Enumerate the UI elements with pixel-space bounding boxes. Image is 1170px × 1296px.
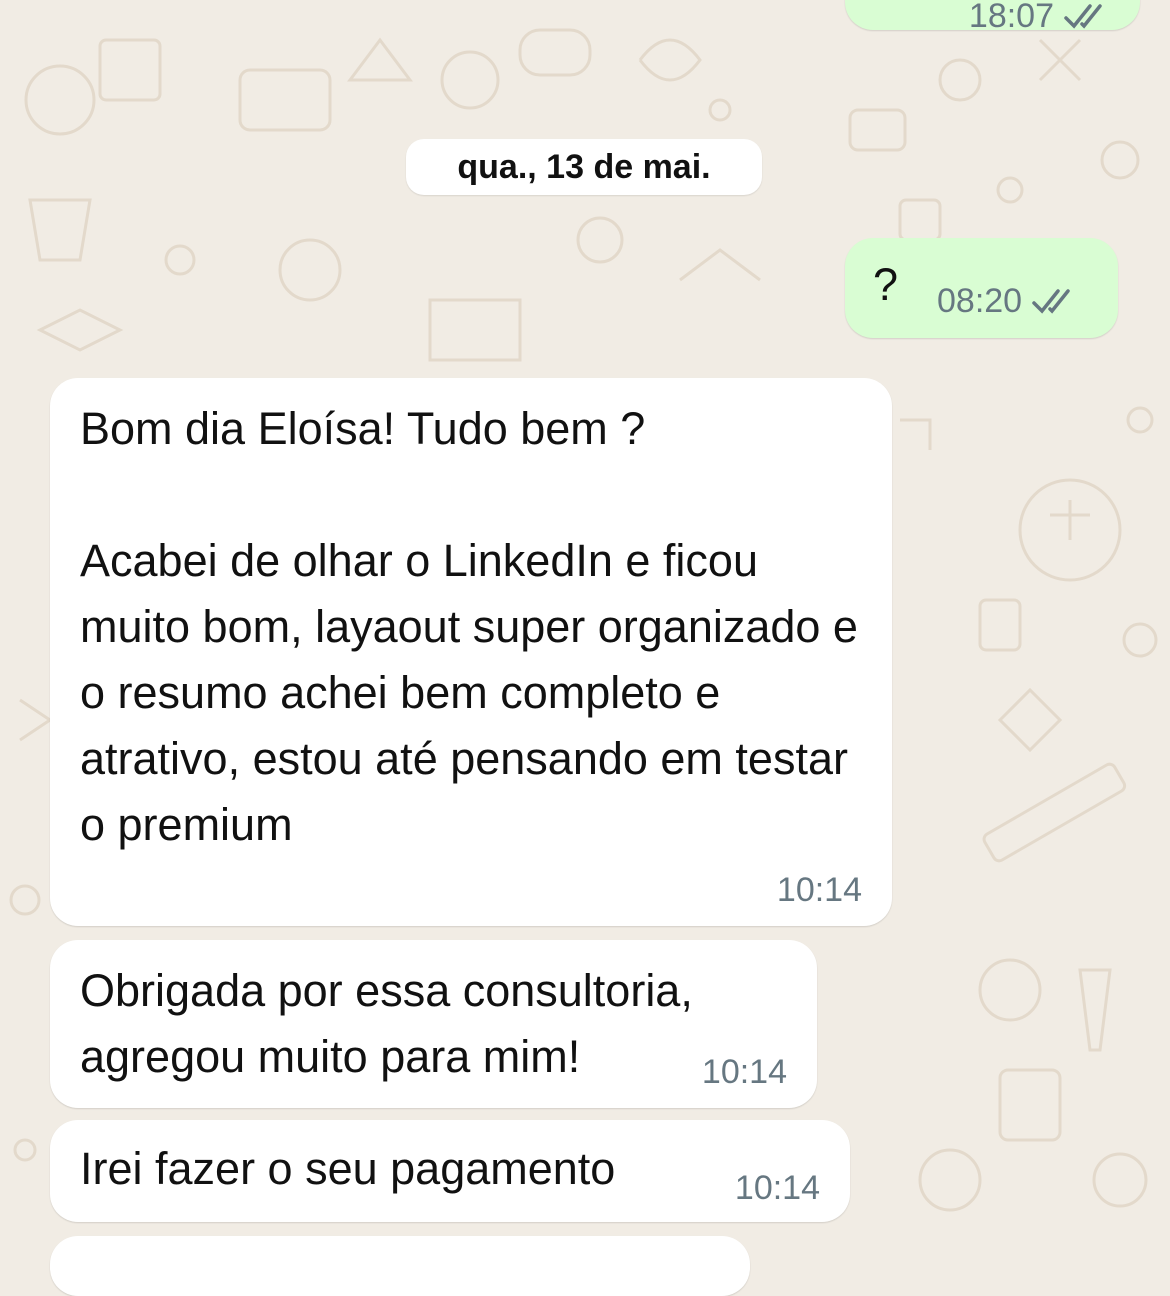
double-check-icon — [1032, 288, 1070, 314]
message-meta: 10:14 — [702, 1053, 787, 1092]
message-meta: 10:14 — [777, 871, 862, 910]
message-text: ? — [873, 259, 899, 310]
date-divider: qua., 13 de mai. — [406, 139, 762, 195]
message-text: Bom dia Eloísa! Tudo bem ? Acabei de olh… — [80, 403, 858, 850]
message-bubble-incoming-partial[interactable] — [50, 1236, 750, 1296]
message-time: 18:07 — [968, 0, 1054, 35]
message-bubble-outgoing-partial[interactable]: 18:07 — [845, 0, 1140, 35]
message-meta: 10:14 — [735, 1169, 820, 1208]
message-time: 08:20 — [937, 282, 1023, 320]
message-bubble-incoming[interactable]: Obrigada por essa consultoria, agregou m… — [50, 940, 817, 1108]
message-bubble-outgoing[interactable]: ? 08:20 — [845, 238, 1118, 338]
message-bubble-incoming[interactable]: Bom dia Eloísa! Tudo bem ? Acabei de olh… — [50, 378, 892, 926]
double-check-icon — [1064, 3, 1102, 29]
message-time: 10:14 — [776, 871, 862, 909]
message-time: 10:14 — [701, 1053, 787, 1091]
message-bubble-incoming[interactable]: Irei fazer o seu pagamento 10:14 — [50, 1120, 850, 1222]
message-meta: 18:07 — [969, 0, 1110, 36]
message-time: 10:14 — [734, 1169, 820, 1207]
message-text: Obrigada por essa consultoria, agregou m… — [80, 965, 706, 1082]
message-text: Irei fazer o seu pagamento — [80, 1143, 616, 1194]
message-meta: 08:20 — [937, 282, 1078, 321]
